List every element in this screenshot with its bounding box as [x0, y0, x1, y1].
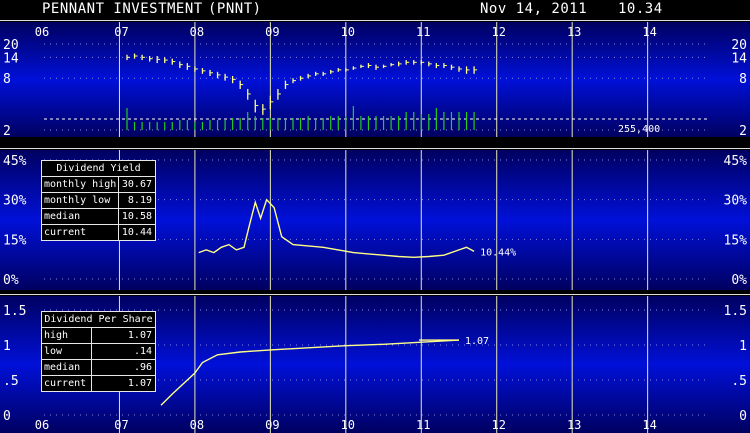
row-label: median	[42, 360, 92, 375]
y-tick-label-left: .5	[3, 374, 19, 389]
y-tick-label-right: 45%	[724, 154, 748, 169]
y-tick-label-right: 0	[739, 409, 747, 424]
y-tick-label-right: 1.5	[724, 304, 747, 319]
y-tick-label-right: 8	[739, 72, 747, 87]
row-value: 1.07	[127, 330, 152, 341]
company-name: PENNANT INVESTMENT	[42, 1, 203, 17]
dividend-per-share-table: Dividend Per Share high 1.07 low .14 media…	[41, 311, 156, 392]
y-tick-label-left: 0%	[3, 273, 19, 288]
row-value: 10.58	[121, 211, 152, 222]
series-end-label: 10.44%	[480, 247, 516, 258]
table-row: current 10.44	[42, 225, 155, 240]
y-tick-label-right: 15%	[724, 233, 748, 248]
x-tick-label: 12	[492, 25, 506, 39]
dividend-per-share-table-title: Dividend Per Share	[42, 312, 155, 328]
table-row: median .96	[42, 360, 155, 376]
row-value: .96	[133, 362, 152, 373]
x-tick-label: 08	[190, 418, 204, 432]
x-tick-label: 13	[567, 418, 581, 432]
y-tick-label-right: 30%	[724, 194, 748, 209]
current-price: 10.34	[618, 1, 663, 17]
row-value: 8.19	[127, 195, 152, 206]
x-tick-label: 08	[190, 25, 204, 39]
row-value: .14	[133, 346, 152, 357]
x-tick-label: 06	[35, 25, 49, 39]
x-tick-label: 13	[567, 25, 581, 39]
ticker-symbol: (PNNT)	[208, 1, 262, 17]
row-value: 10.44	[121, 227, 152, 238]
y-tick-label-left: 8	[3, 72, 11, 87]
row-label: low	[42, 344, 92, 359]
row-label: high	[42, 328, 92, 343]
x-tick-label: 09	[265, 418, 279, 432]
x-tick-label: 14	[642, 418, 656, 432]
quote-date: Nov 14, 2011	[480, 1, 588, 17]
row-label: monthly high	[42, 177, 119, 192]
price-panel-background	[0, 22, 750, 137]
y-tick-label-right: .5	[731, 374, 747, 389]
row-value: 1.07	[127, 378, 152, 389]
x-tick-label: 09	[265, 25, 279, 39]
x-tick-label: 06	[35, 418, 49, 432]
x-tick-label: 07	[114, 418, 128, 432]
x-tick-label: 10	[341, 418, 355, 432]
y-tick-label-right: 2	[739, 124, 747, 139]
row-label: current	[42, 225, 119, 240]
row-value: 30.67	[121, 179, 152, 190]
y-tick-label-left: 2	[3, 124, 11, 139]
table-row: median 10.58	[42, 209, 155, 225]
y-tick-label-left: 45%	[3, 154, 27, 169]
dividend-yield-table-title: Dividend Yield	[42, 161, 155, 177]
y-tick-label-right: 14	[731, 51, 747, 66]
x-tick-label: 14	[642, 25, 656, 39]
y-tick-label-left: 1	[3, 339, 11, 354]
volume-label: 255,400	[618, 124, 660, 135]
x-tick-label: 11	[416, 25, 430, 39]
y-tick-label-right: 0%	[731, 273, 747, 288]
y-tick-label-left: 15%	[3, 233, 27, 248]
x-tick-label: 11	[416, 418, 430, 432]
table-row: monthly high 30.67	[42, 177, 155, 193]
y-tick-label-left: 0	[3, 409, 11, 424]
row-label: median	[42, 209, 119, 224]
x-tick-label: 12	[492, 418, 506, 432]
table-row: high 1.07	[42, 328, 155, 344]
x-tick-label: 07	[114, 25, 128, 39]
row-label: current	[42, 376, 92, 391]
series-end-label: 1.07	[465, 336, 489, 347]
y-tick-label-left: 30%	[3, 194, 27, 209]
table-row: low .14	[42, 344, 155, 360]
table-row: current 1.07	[42, 376, 155, 391]
dividend-yield-table: Dividend Yield monthly high 30.67 monthly…	[41, 160, 156, 241]
y-tick-label-right: 1	[739, 339, 747, 354]
y-tick-label-left: 1.5	[3, 304, 26, 319]
y-tick-label-left: 14	[3, 51, 19, 66]
x-tick-label: 10	[341, 25, 355, 39]
table-row: monthly low 8.19	[42, 193, 155, 209]
row-label: monthly low	[42, 193, 119, 208]
